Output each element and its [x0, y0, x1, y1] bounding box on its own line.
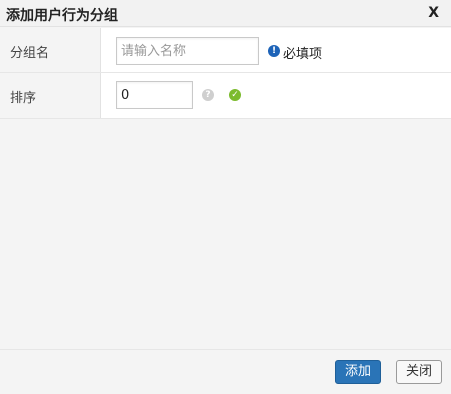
- info-icon: !: [268, 45, 280, 57]
- question-icon[interactable]: ?: [202, 89, 214, 101]
- form-row-sort-order: 排序: [0, 73, 451, 118]
- group-form: 分组名 ! 必填项 排序 ? ✓: [0, 28, 451, 119]
- sort-order-label: 排序: [10, 91, 37, 106]
- group-name-label: 分组名: [10, 46, 50, 61]
- dialog-titlebar: 添加用户行为分组 X: [0, 0, 451, 27]
- dialog-footer: 添加 关闭: [0, 349, 451, 394]
- check-icon: ✓: [229, 89, 241, 101]
- add-button[interactable]: 添加: [335, 360, 381, 384]
- label-cell: 排序: [0, 73, 101, 118]
- form-row-group-name: 分组名 ! 必填项: [0, 28, 451, 73]
- label-cell: 分组名: [0, 28, 101, 72]
- required-hint: 必填项: [283, 47, 323, 62]
- dialog-title: 添加用户行为分组: [6, 8, 118, 24]
- group-name-input[interactable]: [116, 37, 259, 65]
- sort-order-input[interactable]: [116, 81, 193, 109]
- add-group-dialog: 添加用户行为分组 X 分组名 ! 必填项 排序 ? ✓ 添加 关闭: [0, 0, 451, 394]
- close-icon[interactable]: X: [428, 5, 439, 21]
- close-button[interactable]: 关闭: [396, 360, 442, 384]
